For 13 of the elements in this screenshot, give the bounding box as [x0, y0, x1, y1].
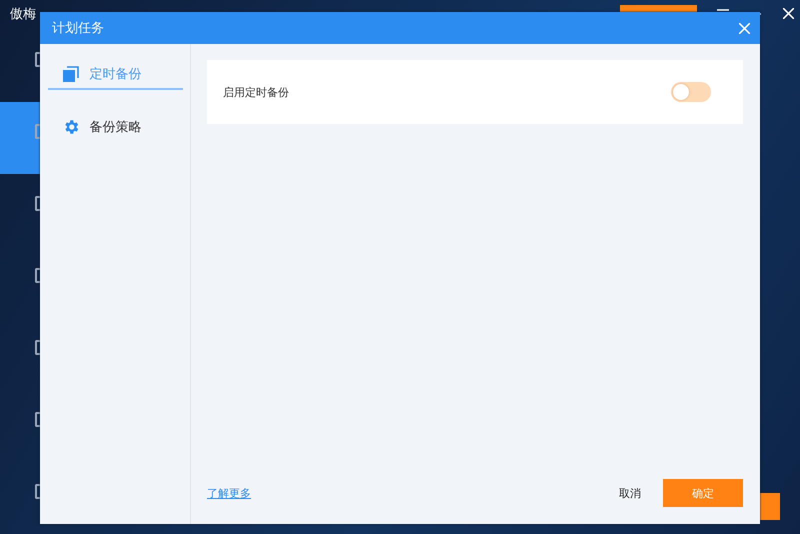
squares-icon: [62, 66, 80, 82]
learn-more-link[interactable]: 了解更多: [207, 486, 251, 500]
action-button[interactable]: [760, 493, 780, 520]
app-title: 傲梅: [10, 6, 36, 23]
setting-label: 启用定时备份: [223, 84, 289, 100]
confirm-button[interactable]: 确定: [663, 479, 743, 507]
dialog-title: 计划任务: [52, 20, 104, 37]
toggle-switch[interactable]: [671, 82, 711, 102]
sidebar-tab[interactable]: 定时备份: [48, 60, 182, 90]
close-icon[interactable]: [783, 8, 794, 19]
sidebar-tab[interactable]: 备份策略: [48, 112, 182, 142]
cancel-button[interactable]: 取消: [609, 479, 651, 507]
nav-item[interactable]: [0, 102, 40, 174]
